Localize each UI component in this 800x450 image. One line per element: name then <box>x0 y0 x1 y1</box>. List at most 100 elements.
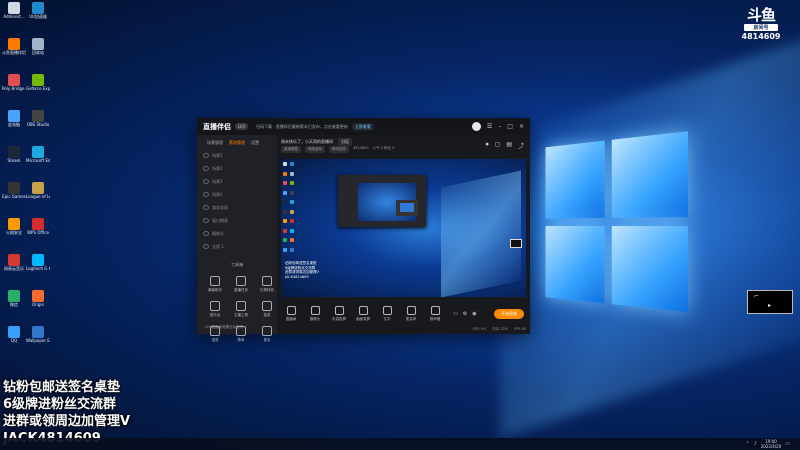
tool-icon <box>210 301 220 311</box>
tool-button[interactable]: 主播工具 <box>229 301 253 318</box>
desktop-icon[interactable]: 微信 <box>2 290 26 307</box>
desktop-icon[interactable]: Geforce Experience <box>26 74 50 91</box>
live-streaming-app-window[interactable]: 直播伴侣 LV4 扫码下载 · 直播伴侣最新版本已发布，点击查看更新 立即查看 … <box>197 118 530 334</box>
control-button[interactable]: 摄像头 <box>305 306 325 322</box>
share-icon[interactable]: ⤴ <box>518 141 524 150</box>
control-icon <box>431 306 440 315</box>
scene-item[interactable]: 场景2 <box>203 165 277 172</box>
clock[interactable]: 19:00 2022/4/20 <box>761 439 782 449</box>
control-label: 摄像头 <box>305 317 325 322</box>
speaker-icon[interactable]: ♪ <box>754 441 757 447</box>
record-icon[interactable]: ⏺ <box>486 141 489 150</box>
stream-preview[interactable]: 钻粉包邮送签名桌垫 6级牌进粉丝交流群 进群或领周边加管理V JACK48146… <box>281 159 526 297</box>
desktop-icon[interactable]: WPS Office <box>26 218 50 235</box>
control-button[interactable]: 麦克风 <box>401 306 421 322</box>
tool-button[interactable]: 弹幕助手 <box>203 276 227 293</box>
control-button[interactable]: 画面录屏 <box>353 306 373 322</box>
desktop-icon[interactable]: 回收站 <box>26 38 50 55</box>
desktop-icon[interactable]: 此电脑 <box>2 110 26 127</box>
desktop-icon-label: 此电脑 <box>2 122 26 127</box>
scene-item[interactable]: 摄像头 <box>203 230 277 237</box>
visibility-icon[interactable] <box>203 192 209 197</box>
floating-widget[interactable]: ⌐ ▸ <box>747 290 793 314</box>
desktop-icon[interactable]: Origin <box>26 290 50 307</box>
room-tag[interactable]: 分区 <box>338 138 352 146</box>
desktop-icon[interactable]: Steam <box>2 146 26 163</box>
visibility-icon[interactable] <box>203 179 209 184</box>
preview-mini-icon <box>283 248 287 252</box>
scene-item[interactable]: 场景1 <box>203 152 277 159</box>
app-icon <box>32 182 44 194</box>
notification-icon[interactable]: ▭ <box>785 441 790 447</box>
desktop-icon[interactable]: OBS Studio <box>26 110 50 127</box>
footer-note[interactable]: LOL直播间竞猜互动说明 <box>205 325 243 330</box>
maximize-icon[interactable]: □ <box>507 123 513 130</box>
tool-button[interactable]: 音乐台 <box>203 301 227 318</box>
scene-item[interactable]: 场景4 <box>203 191 277 198</box>
desktop-icon[interactable]: Administ... <box>2 2 26 19</box>
avatar[interactable] <box>472 122 481 131</box>
visibility-icon[interactable] <box>203 218 209 223</box>
visibility-icon[interactable] <box>203 153 209 158</box>
scene-item[interactable]: 场景3 <box>203 178 277 185</box>
settings-icon[interactable]: ⚙ <box>463 311 467 317</box>
desktop-icon[interactable]: Logitech G HUB <box>26 254 50 271</box>
room-subcategory[interactable]: 网络游戏 <box>305 146 325 153</box>
preview-widget <box>510 239 522 248</box>
desktop-icon[interactable]: Poly Bridge 2 <box>2 74 26 91</box>
room-title-text[interactable]: 周末快乐了，小天哥的直播间 <box>281 139 333 144</box>
scene-item[interactable]: 窗口捕获 <box>203 217 277 224</box>
scene-item[interactable]: 全屏 1 <box>203 243 277 250</box>
tab-settings[interactable]: 设置 <box>251 140 259 146</box>
screenshot-icon[interactable]: ▢ <box>495 141 501 150</box>
minimize-icon[interactable]: – <box>498 123 501 130</box>
start-live-button[interactable]: 开始直播 <box>494 309 524 319</box>
control-button[interactable]: 文字 <box>377 306 397 322</box>
desktop-icon[interactable]: League of Legends <box>26 182 50 199</box>
app-icon <box>8 2 20 14</box>
desktop-icon-label: OBS Studio <box>26 122 50 127</box>
room-stats: 人气 0 粉丝 0 <box>373 146 395 153</box>
volume-icon[interactable]: ◉ <box>472 311 476 317</box>
tab-source-manage[interactable]: 素材管理 <box>229 140 245 146</box>
app-icon <box>32 218 44 230</box>
scene-label: 场景4 <box>212 192 223 198</box>
control-button[interactable]: 手游投屏 <box>329 306 349 322</box>
app-icon <box>32 146 44 158</box>
control-label: 扬声器 <box>425 317 445 322</box>
camera-icon[interactable]: ▭ <box>453 311 458 317</box>
main-panel: 周末快乐了，小天哥的直播间 分区 英雄联盟 网络游戏 修改信息 4814609 … <box>277 135 530 334</box>
tool-button[interactable]: 直播任务 <box>229 276 253 293</box>
menu-icon[interactable]: ☰ <box>487 123 492 130</box>
scene-item[interactable]: 游戏录屏 <box>203 204 277 211</box>
app-icon <box>32 110 44 122</box>
edit-info-button[interactable]: 修改信息 <box>329 146 349 153</box>
desktop-icon[interactable]: Wallpaper Engine <box>26 326 50 343</box>
control-label: 文字 <box>377 317 397 322</box>
tool-label: 更多 <box>255 338 279 343</box>
desktop-icon[interactable]: QQ <box>2 326 26 343</box>
visibility-icon[interactable] <box>203 205 209 210</box>
room-category[interactable]: 英雄联盟 <box>281 146 301 153</box>
tool-button[interactable]: 礼物特效 <box>255 276 279 293</box>
desktop-icon[interactable]: Microsoft Edge <box>26 146 50 163</box>
tab-scene-manage[interactable]: 场景管理 <box>207 140 223 146</box>
control-button[interactable]: 直播间 <box>281 306 301 322</box>
desktop-icon[interactable]: UU加速器 <box>26 2 50 19</box>
network-icon[interactable]: ⌃ <box>745 441 749 447</box>
preview-mini-icon <box>283 200 287 204</box>
visibility-icon[interactable] <box>203 166 209 171</box>
desktop-icon[interactable]: 网易云音乐 <box>2 254 26 271</box>
visibility-icon[interactable] <box>203 231 209 236</box>
notice-link[interactable]: 立即查看 <box>352 123 374 131</box>
close-icon[interactable]: × <box>519 123 524 130</box>
desktop-icon[interactable]: 火绒安全 <box>2 218 26 235</box>
visibility-icon[interactable] <box>203 244 209 249</box>
layout-icon[interactable]: ▤ <box>506 141 512 150</box>
control-button[interactable]: 扬声器 <box>425 306 445 322</box>
desktop-icon[interactable]: Epic Games <box>2 182 26 199</box>
tool-button[interactable]: 抽奖 <box>255 301 279 318</box>
control-icon <box>335 306 344 315</box>
desktop-icon[interactable]: 斗鱼直播伴侣 <box>2 38 26 55</box>
tool-button[interactable]: 更多 <box>255 326 279 343</box>
